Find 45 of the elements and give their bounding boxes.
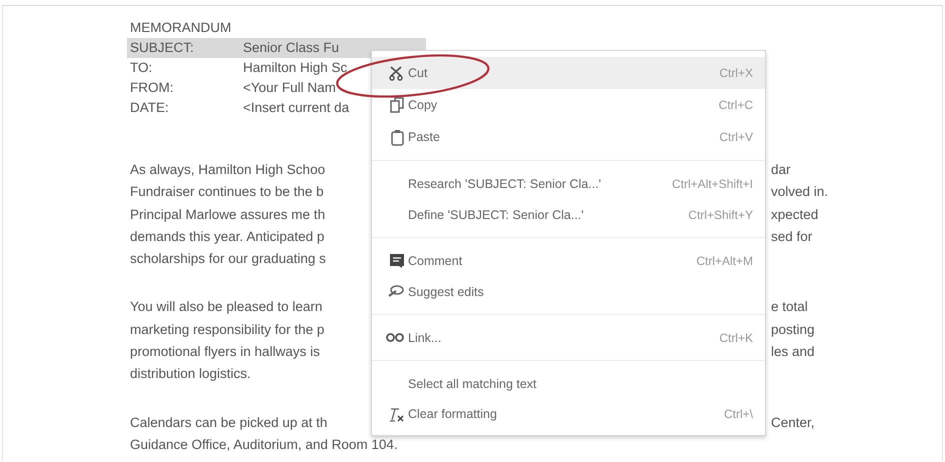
paragraph-text: les and <box>771 343 815 362</box>
paragraph-text: marketing responsibility for the p <box>130 320 324 339</box>
menu-item[interactable]: Research 'SUBJECT: Senior Cla...' Ctrl+Alt+Shift+I <box>372 168 765 199</box>
memo-title: MEMORANDUM <box>129 19 232 37</box>
paragraph-text: Center, <box>771 414 815 432</box>
copy-icon <box>390 97 404 113</box>
paragraph-text: Fundraiser continues to be the b <box>130 183 324 202</box>
menu-item[interactable]: Paste Ctrl+V <box>372 121 765 153</box>
paragraph-text: Guidance Office, Auditorium, and Room 104. <box>130 436 398 454</box>
paragraph-text: volved in. <box>771 183 828 202</box>
clipboard-icon <box>391 128 404 146</box>
paragraph-text: You will also be pleased to learn <box>130 298 322 316</box>
menu-item[interactable]: Cut Ctrl+X <box>372 57 765 89</box>
paragraph-text: demands this year. Anticipated p <box>130 228 324 246</box>
menu-item[interactable]: Comment Ctrl+Alt+M <box>372 245 765 276</box>
menu-item[interactable]: Copy Ctrl+C <box>372 89 765 121</box>
comment-icon <box>390 254 404 268</box>
field-value: Senior Class Fu <box>243 39 340 57</box>
scissors-icon <box>388 65 404 81</box>
paragraph-text: dar <box>771 161 791 179</box>
suggest-edits-icon <box>388 285 404 298</box>
paragraph-text: sed for <box>771 228 812 246</box>
paragraph-text: Principal Marlowe assures me th <box>130 206 326 224</box>
field-value: Hamilton High Sc <box>243 59 348 77</box>
paragraph-text: posting <box>771 320 815 339</box>
paragraph-text: distribution logistics. <box>130 365 251 384</box>
field-label: SUBJECT: <box>130 39 195 57</box>
field-value: <Insert current da <box>243 99 350 117</box>
menu-item[interactable]: Clear formatting Ctrl+\ <box>372 399 765 429</box>
field-label: DATE: <box>130 99 170 117</box>
paragraph-text: xpected <box>771 206 818 224</box>
paragraph-text: scholarships for our graduating s <box>130 250 326 268</box>
link-icon <box>386 333 404 342</box>
field-label: TO: <box>130 59 154 77</box>
menu-item[interactable]: Define 'SUBJECT: Senior Cla...' Ctrl+Shift+Y <box>372 199 765 230</box>
menu-item[interactable]: Suggest edits <box>372 276 765 307</box>
paragraph-text: Calendars can be picked up at th <box>130 414 328 432</box>
field-label: FROM: <box>130 79 174 97</box>
menu-item[interactable]: Select all matching text <box>372 368 765 399</box>
field-value: <Your Full Nam <box>243 79 336 97</box>
menu-item[interactable]: Link... Ctrl+K <box>372 322 765 353</box>
paragraph-text: As always, Hamilton High Schoo <box>130 161 326 179</box>
paragraph-text: e total <box>771 298 808 316</box>
clear-formatting-icon <box>389 406 404 422</box>
paragraph-text: promotional flyers in hallways is <box>130 343 320 362</box>
